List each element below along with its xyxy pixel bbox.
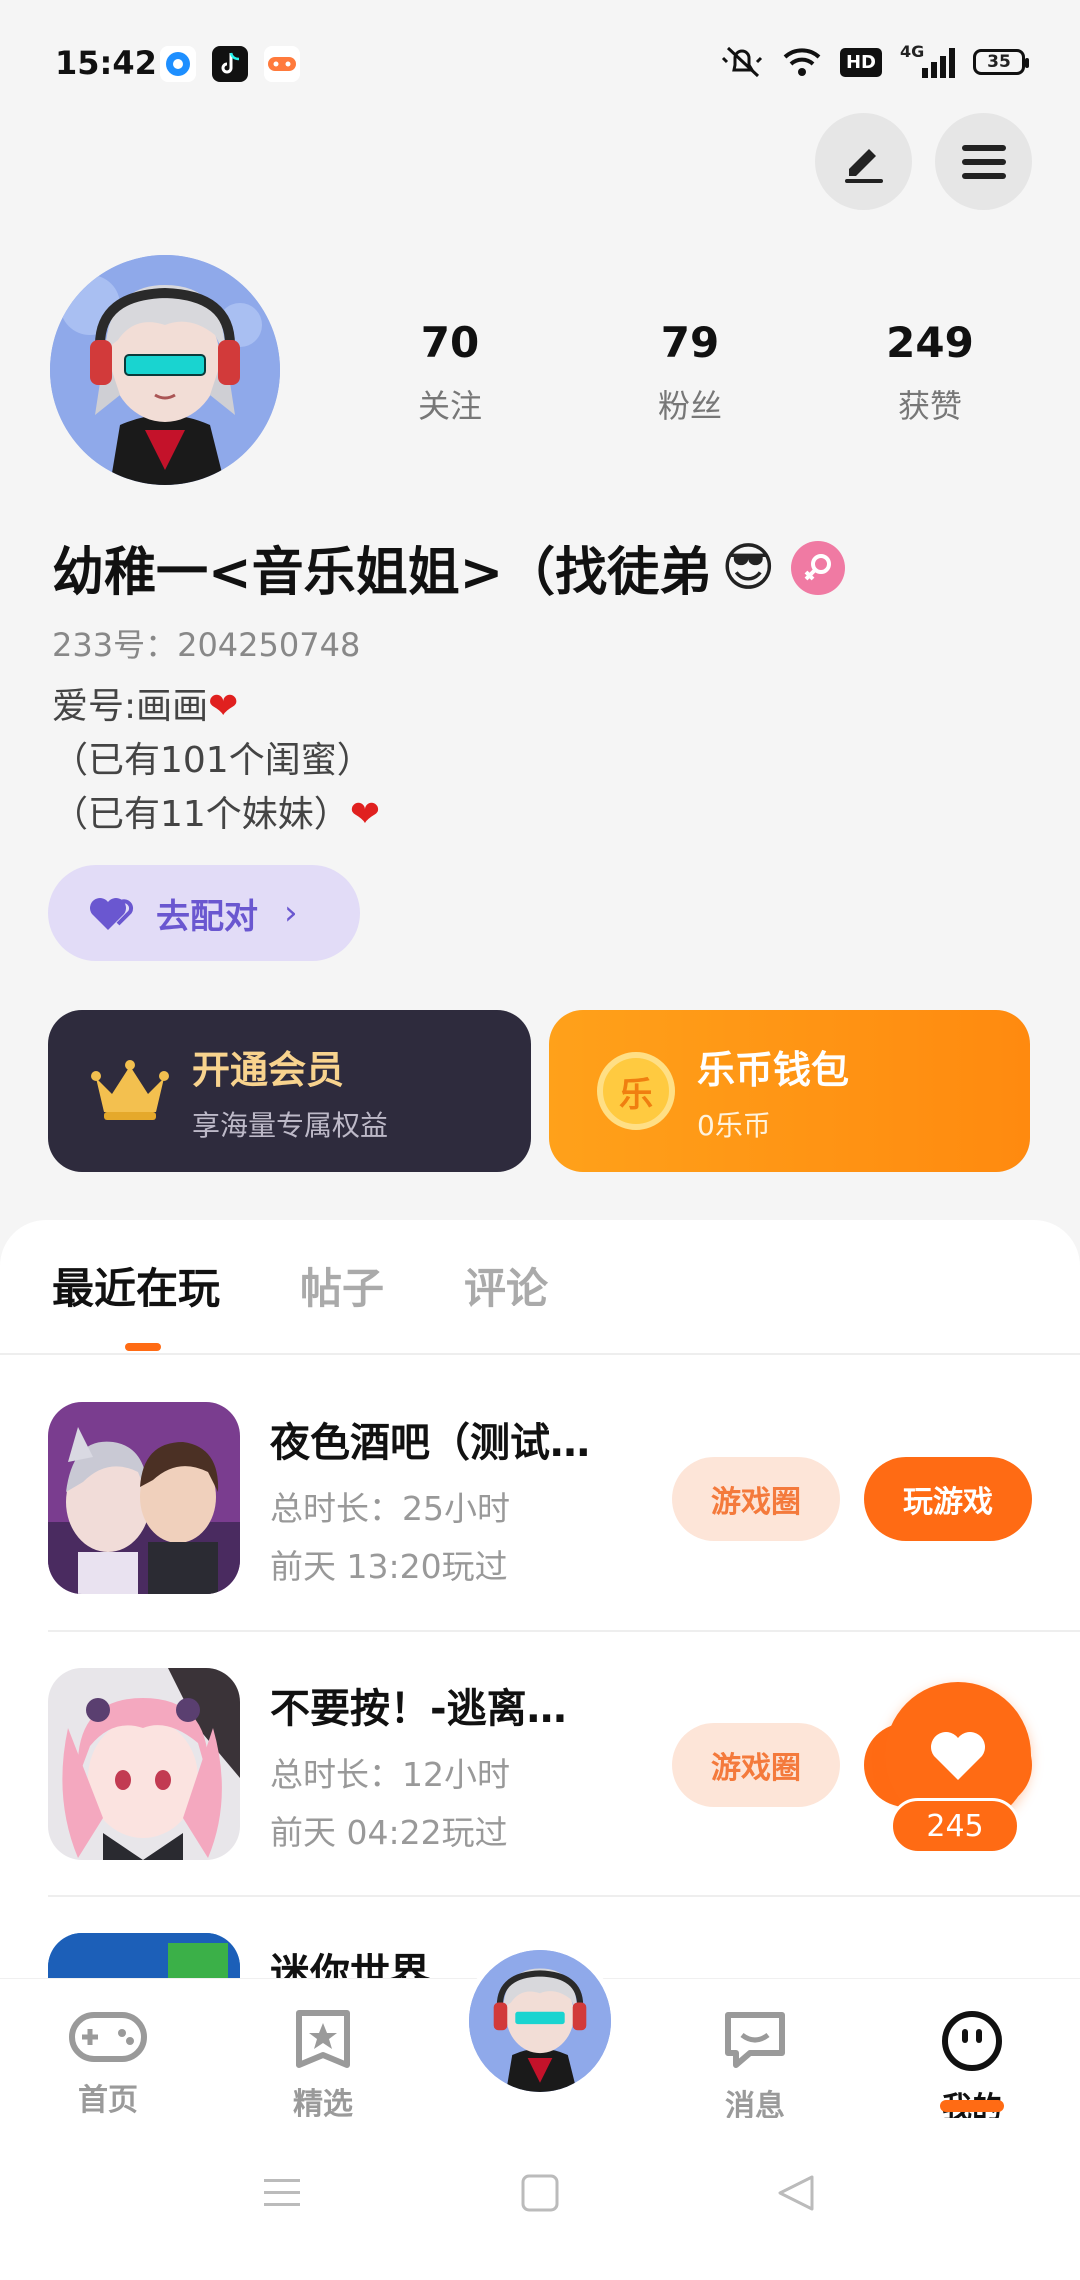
- avatar[interactable]: [50, 255, 280, 485]
- following-stat[interactable]: 70 关注: [370, 318, 530, 427]
- coin-icon: 乐: [597, 1052, 675, 1130]
- signal-icon: 4G: [900, 42, 955, 78]
- mute-bell-icon: [721, 46, 763, 78]
- crown-icon: [91, 1060, 169, 1120]
- star-bookmark-icon: [296, 2010, 350, 2068]
- content-tabs: 最近在玩 帖子 评论: [52, 1255, 548, 1316]
- following-count: 70: [420, 318, 480, 367]
- nav-messages[interactable]: 消息: [695, 2009, 815, 2125]
- content-panel: [0, 1220, 1080, 2020]
- profile-stats: 70 关注 79 粉丝 249 获赞: [370, 318, 1010, 427]
- chat-bubble-icon: [725, 2012, 785, 2068]
- system-navigation-bar: [0, 2118, 1080, 2280]
- browser-notification-icon: [160, 46, 196, 82]
- game-name: 不要按！-逃离…: [270, 1686, 567, 1732]
- heart-icon: [931, 1732, 985, 1780]
- nav-featured-label: 精选: [293, 2087, 353, 2122]
- following-label: 关注: [417, 387, 482, 425]
- vip-title: 开通会员: [192, 1047, 345, 1092]
- wifi-icon: [783, 48, 821, 76]
- tiktok-notification-icon: [212, 46, 248, 82]
- bio-line-1: 爱号:画画: [52, 686, 209, 727]
- active-tab-indicator: [125, 1343, 161, 1351]
- back-triangle-icon[interactable]: [776, 2173, 816, 2213]
- hd-badge: HD: [839, 47, 882, 77]
- gamepad-notification-icon: [264, 46, 300, 82]
- wallet-title: 乐币钱包: [697, 1047, 850, 1092]
- status-time: 15:42: [55, 44, 157, 82]
- game-icon-mini-world[interactable]: [48, 1933, 240, 1978]
- status-indicators: HD 4G 35: [720, 42, 1029, 80]
- home-square-icon[interactable]: [520, 2173, 560, 2213]
- edit-profile-button[interactable]: [815, 113, 912, 210]
- bio-line-2: （已有101个闺蜜）: [52, 740, 373, 781]
- row-divider: [48, 1895, 1080, 1897]
- wallet-balance: 0乐币: [697, 1108, 771, 1142]
- nav-center-avatar[interactable]: [464, 1945, 616, 2097]
- wallet-card[interactable]: 乐 乐币钱包 0乐币: [549, 1010, 1030, 1172]
- menu-button[interactable]: [935, 113, 1032, 210]
- vip-subtitle: 享海量专属权益: [192, 1108, 389, 1142]
- heart-icon: ❤: [208, 686, 239, 727]
- female-gender-icon: [791, 540, 846, 595]
- likes-count: 249: [886, 318, 974, 367]
- row-divider: [48, 1630, 1080, 1632]
- status-bar: 15:42 HD 4G 35: [0, 0, 1080, 130]
- bio-line-3: （已有11个妹妹）: [52, 794, 350, 835]
- like-count-badge: 245: [890, 1798, 1020, 1854]
- game-row[interactable]: 夜色酒吧（测试… 总时长：25小时 前天 13:20玩过 游戏圈 玩游戏: [48, 1402, 1080, 1594]
- game-icon-dont-press[interactable]: [48, 1668, 240, 1860]
- notification-icons: [160, 46, 300, 82]
- nickname-row: 幼稚一<音乐姐姐>（找徒弟 😎: [52, 530, 846, 605]
- followers-stat[interactable]: 79 粉丝: [610, 318, 770, 427]
- likes-label: 获赞: [897, 387, 962, 425]
- hamburger-icon: [961, 144, 1006, 179]
- tab-comments[interactable]: 评论: [464, 1255, 548, 1316]
- game-last-played: 前天 13:20玩过: [270, 1547, 508, 1586]
- tab-recently-played[interactable]: 最近在玩: [52, 1255, 220, 1316]
- bio: 爱号:画画❤ （已有101个闺蜜） （已有11个妹妹）❤: [52, 680, 380, 842]
- tab-posts[interactable]: 帖子: [300, 1255, 384, 1316]
- game-name: 夜色酒吧（测试…: [270, 1420, 590, 1466]
- nav-active-indicator: [940, 2100, 1004, 2112]
- sunglasses-emoji: 😎: [721, 537, 776, 598]
- followers-label: 粉丝: [657, 387, 722, 425]
- match-label: 去配对: [156, 896, 258, 937]
- nickname: 幼稚一<音乐姐姐>（找徒弟: [52, 543, 712, 603]
- game-play-duration: 总时长：12小时: [270, 1755, 510, 1794]
- recent-apps-icon[interactable]: [262, 2173, 302, 2213]
- avatar: [469, 1950, 611, 2092]
- game-last-played: 前天 04:22玩过: [270, 1813, 508, 1852]
- smiley-face-icon: [942, 2011, 1002, 2071]
- game-circle-button[interactable]: 游戏圈: [672, 1457, 840, 1541]
- nav-home-label: 首页: [78, 2083, 138, 2118]
- chevron-right-icon: ›: [284, 893, 298, 933]
- nav-home[interactable]: 首页: [48, 2009, 168, 2119]
- followers-count: 79: [660, 318, 720, 367]
- double-heart-icon: [90, 898, 134, 930]
- match-button[interactable]: 去配对 ›: [48, 865, 360, 961]
- gamepad-icon: [69, 2012, 147, 2062]
- play-game-button[interactable]: 玩游戏: [864, 1457, 1032, 1541]
- game-icon-night-bar[interactable]: [48, 1402, 240, 1594]
- tab-divider: [0, 1353, 1080, 1355]
- nav-featured[interactable]: 精选: [263, 2009, 383, 2123]
- battery-indicator: 35: [973, 49, 1029, 75]
- likes-stat[interactable]: 249 获赞: [850, 318, 1010, 427]
- vip-card[interactable]: 开通会员 享海量专属权益: [48, 1010, 531, 1172]
- game-play-duration: 总时长：25小时: [270, 1489, 510, 1528]
- pencil-icon: [844, 148, 883, 183]
- user-id: 233号：204250748: [52, 626, 361, 664]
- heart-icon: ❤: [349, 794, 380, 835]
- game-circle-button[interactable]: 游戏圈: [672, 1723, 840, 1807]
